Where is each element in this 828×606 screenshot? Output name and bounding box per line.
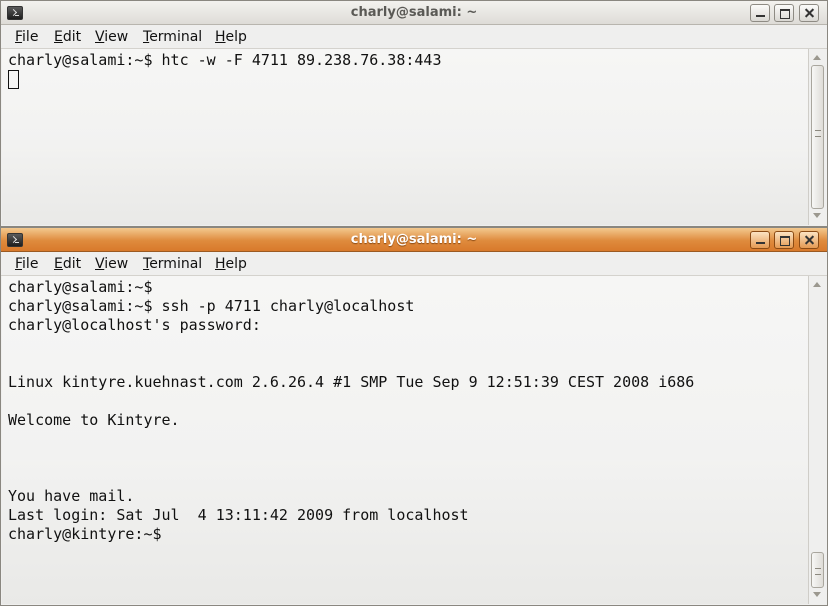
scroll-down-arrow-icon[interactable] bbox=[812, 589, 823, 601]
scrollbar-thumb[interactable] bbox=[811, 552, 824, 588]
menu-edit[interactable]: Edit bbox=[54, 256, 81, 272]
terminal-window-top[interactable]: charly@salami: ~ File Edit View Terminal… bbox=[0, 0, 828, 227]
menubar: File Edit View Terminal Help bbox=[1, 25, 827, 49]
menubar: File Edit View Terminal Help bbox=[1, 252, 827, 276]
minimize-button[interactable] bbox=[750, 231, 770, 249]
terminal-line: charly@salami:~$ htc -w -F 4711 89.238.7… bbox=[8, 51, 442, 69]
terminal-cursor bbox=[8, 70, 19, 89]
terminal-output[interactable]: charly@salami:~$ charly@salami:~$ ssh -p… bbox=[2, 276, 808, 604]
scrollbar-thumb[interactable] bbox=[811, 65, 824, 209]
menu-terminal[interactable]: Terminal bbox=[143, 29, 202, 45]
scroll-up-arrow-icon[interactable] bbox=[812, 279, 823, 291]
terminal-line: charly@salami:~$ ssh -p 4711 charly@loca… bbox=[8, 297, 415, 315]
terminal-line: Welcome to Kintyre. bbox=[8, 411, 180, 429]
menu-terminal[interactable]: Terminal bbox=[143, 256, 202, 272]
terminal-line: charly@kintyre:~$ bbox=[8, 525, 162, 543]
terminal-output[interactable]: charly@salami:~$ htc -w -F 4711 89.238.7… bbox=[2, 49, 808, 225]
minimize-button[interactable] bbox=[750, 4, 770, 22]
menu-help[interactable]: Help bbox=[215, 256, 247, 272]
menu-file[interactable]: File bbox=[15, 29, 38, 45]
menu-edit[interactable]: Edit bbox=[54, 29, 81, 45]
scrollbar[interactable] bbox=[808, 276, 826, 604]
close-button[interactable] bbox=[799, 231, 819, 249]
titlebar[interactable]: charly@salami: ~ bbox=[1, 228, 827, 252]
close-button[interactable] bbox=[799, 4, 819, 22]
terminal-line: Last login: Sat Jul 4 13:11:42 2009 from… bbox=[8, 506, 469, 524]
menu-view[interactable]: View bbox=[95, 256, 128, 272]
terminal-line: You have mail. bbox=[8, 487, 135, 505]
maximize-button[interactable] bbox=[774, 4, 794, 22]
menu-view[interactable]: View bbox=[95, 29, 128, 45]
scroll-up-arrow-icon[interactable] bbox=[812, 52, 823, 64]
menu-help[interactable]: Help bbox=[215, 29, 247, 45]
menu-file[interactable]: File bbox=[15, 256, 38, 272]
window-title: charly@salami: ~ bbox=[350, 232, 478, 247]
maximize-button[interactable] bbox=[774, 231, 794, 249]
window-title: charly@salami: ~ bbox=[350, 5, 478, 20]
scroll-down-arrow-icon[interactable] bbox=[812, 210, 823, 222]
terminal-line: charly@localhost's password: bbox=[8, 316, 261, 334]
titlebar[interactable]: charly@salami: ~ bbox=[1, 1, 827, 25]
scrollbar[interactable] bbox=[808, 49, 826, 225]
terminal-window-bottom[interactable]: charly@salami: ~ File Edit View Terminal… bbox=[0, 227, 828, 606]
terminal-line: charly@salami:~$ bbox=[8, 278, 153, 296]
terminal-line: Linux kintyre.kuehnast.com 2.6.26.4 #1 S… bbox=[8, 373, 695, 391]
